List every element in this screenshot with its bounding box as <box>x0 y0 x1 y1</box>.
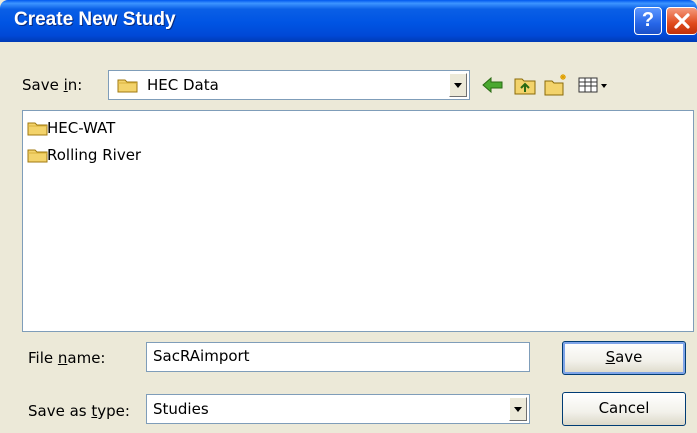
save-as-type-dropdown[interactable]: Studies <box>146 394 530 424</box>
file-name-label-part: File <box>28 349 58 367</box>
folder-icon <box>27 149 48 163</box>
save-as-type-label-part: Save as <box>28 402 92 420</box>
save-in-dropdown[interactable]: HEC Data <box>108 70 470 100</box>
save-as-type-value: Studies <box>153 400 209 418</box>
save-in-label: Save in: <box>22 76 82 94</box>
up-folder-icon[interactable] <box>512 72 538 98</box>
folder-icon <box>27 122 48 136</box>
new-folder-icon[interactable] <box>543 72 569 98</box>
save-button-label: ave <box>615 348 643 366</box>
save-in-value: HEC Data <box>147 76 219 94</box>
create-new-study-dialog: Create New Study ? Save in: HEC Data HEC… <box>0 0 697 433</box>
save-in-label-part: Save <box>22 76 64 94</box>
file-name-label-part: ame: <box>67 349 106 367</box>
chevron-down-icon[interactable] <box>449 73 467 97</box>
save-in-label-part: n: <box>67 76 83 94</box>
title-bar[interactable]: Create New Study ? <box>0 0 697 42</box>
cancel-button[interactable]: Cancel <box>562 392 686 426</box>
close-icon <box>674 13 690 29</box>
file-name-input[interactable]: SacRAimport <box>146 342 530 372</box>
file-list[interactable]: HEC-WAT Rolling River <box>22 110 694 332</box>
close-button[interactable] <box>666 7 697 35</box>
dialog-title: Create New Study <box>14 9 176 30</box>
list-item-label: Rolling River <box>47 146 142 164</box>
back-icon[interactable] <box>480 72 506 98</box>
save-button-accel: S <box>605 348 616 366</box>
chevron-down-icon[interactable] <box>509 397 527 421</box>
folder-icon <box>117 79 138 93</box>
save-button[interactable]: Save <box>562 341 686 375</box>
view-menu-icon[interactable] <box>577 72 609 98</box>
file-name-label: File name: <box>28 349 105 367</box>
file-name-accel: n <box>57 349 68 367</box>
help-button[interactable]: ? <box>634 7 662 35</box>
save-as-type-label: Save as type: <box>28 402 130 420</box>
list-item-label: HEC-WAT <box>47 119 116 137</box>
save-as-type-label-part: ype: <box>97 402 130 420</box>
